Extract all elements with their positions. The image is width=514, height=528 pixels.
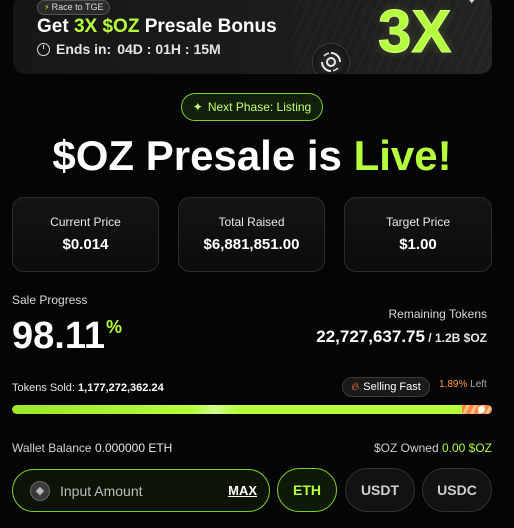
stat-card-target-price: Target Price $1.00 — [344, 197, 492, 272]
countdown-value: 04D : 01H : 15M — [117, 41, 221, 57]
amount-input-wrapper[interactable]: ◆ MAX — [12, 469, 270, 512]
progress-bar-remaining — [462, 405, 492, 414]
sale-progress-percent: 98.11% — [12, 315, 122, 358]
ends-label: Ends in: — [56, 41, 112, 57]
currency-button-usdc[interactable]: USDC — [422, 468, 492, 512]
stat-value: $6,881,851.00 — [203, 236, 300, 253]
stat-label: Current Price — [50, 215, 121, 229]
flame-icon: 🔥︎ — [351, 380, 360, 393]
countdown-row: Ends in: 04D : 01H : 15M — [37, 41, 221, 57]
sparkle-icon: ✦ — [468, 0, 476, 6]
race-badge: ⚡ Race to TGE — [37, 0, 111, 15]
banner-3x-graphic: 3X — [377, 0, 452, 65]
oz-logo-icon — [312, 43, 350, 74]
remaining-amount: 22,727,637.75 — [316, 327, 425, 346]
oz-owned-label: $OZ Owned — [373, 441, 442, 455]
currency-button-eth[interactable]: ETH — [277, 468, 337, 512]
page-title: $OZ Presale is Live! — [0, 132, 504, 180]
headline-prefix: $OZ Presale is — [52, 132, 354, 179]
eth-coin-icon: ◆ — [30, 480, 50, 501]
banner-title-highlight: 3X $OZ — [73, 16, 140, 37]
bolt-icon: ⚡ — [44, 3, 50, 12]
stat-card-current-price: Current Price $0.014 — [12, 197, 159, 272]
wallet-balance-label: Wallet Balance — [12, 441, 95, 455]
banner-title-suffix: Presale Bonus — [139, 16, 277, 37]
race-badge-label: Race to TGE — [51, 2, 104, 12]
progress-percent-value: 98.11 — [12, 315, 105, 357]
progress-bar-fill — [12, 405, 462, 414]
remaining-tokens-value: 22,727,637.75 / 1.2B $OZ — [316, 327, 487, 347]
promo-banner[interactable]: ⚡ Race to TGE Get 3X $OZ Presale Bonus E… — [13, 0, 492, 74]
banner-title: Get 3X $OZ Presale Bonus — [37, 16, 277, 38]
stat-value: $0.014 — [62, 236, 109, 253]
oz-owned: $OZ Owned 0.00 $OZ — [374, 441, 492, 455]
selling-fast-badge: 🔥︎ Selling Fast — [342, 377, 430, 397]
next-phase-label: Next Phase: Listing — [207, 100, 312, 114]
stat-label: Target Price — [385, 215, 451, 229]
amount-input[interactable] — [60, 482, 210, 499]
tokens-sold-label: Tokens Sold: — [12, 382, 79, 394]
selling-fast-label: Selling Fast — [363, 381, 421, 393]
left-percent-value: 1.89% — [439, 379, 468, 390]
progress-bar-marker — [478, 406, 485, 413]
wallet-balance-value: 0.000000 ETH — [94, 441, 173, 455]
stopwatch-icon — [37, 42, 50, 56]
left-percent: 1.89% Left — [439, 379, 487, 390]
remaining-total: / 1.2B $OZ — [424, 331, 487, 345]
tokens-sold-value: 1,177,272,362.24 — [78, 382, 164, 394]
progress-percent-sign: % — [106, 317, 123, 337]
stat-value: $1.00 — [399, 236, 437, 253]
max-button[interactable]: MAX — [228, 483, 257, 498]
tokens-sold: Tokens Sold: 1,177,272,362.24 — [12, 382, 164, 394]
left-percent-word: Left — [467, 379, 487, 390]
wallet-balance: Wallet Balance 0.000000 ETH — [12, 441, 172, 455]
currency-button-usdt[interactable]: USDT — [345, 468, 415, 512]
banner-title-prefix: Get — [37, 16, 74, 37]
sparkle-star-icon: ✦ — [192, 100, 203, 114]
stat-card-total-raised: Total Raised $6,881,851.00 — [178, 197, 325, 272]
remaining-tokens-label: Remaining Tokens — [388, 307, 487, 321]
headline-highlight: Live! — [353, 132, 452, 179]
next-phase-badge: ✦ Next Phase: Listing — [181, 93, 323, 121]
oz-owned-value: 0.00 $OZ — [441, 441, 492, 455]
sale-progress-label: Sale Progress — [12, 293, 88, 307]
stat-label: Total Raised — [218, 215, 285, 229]
sale-progress-bar — [12, 405, 492, 414]
